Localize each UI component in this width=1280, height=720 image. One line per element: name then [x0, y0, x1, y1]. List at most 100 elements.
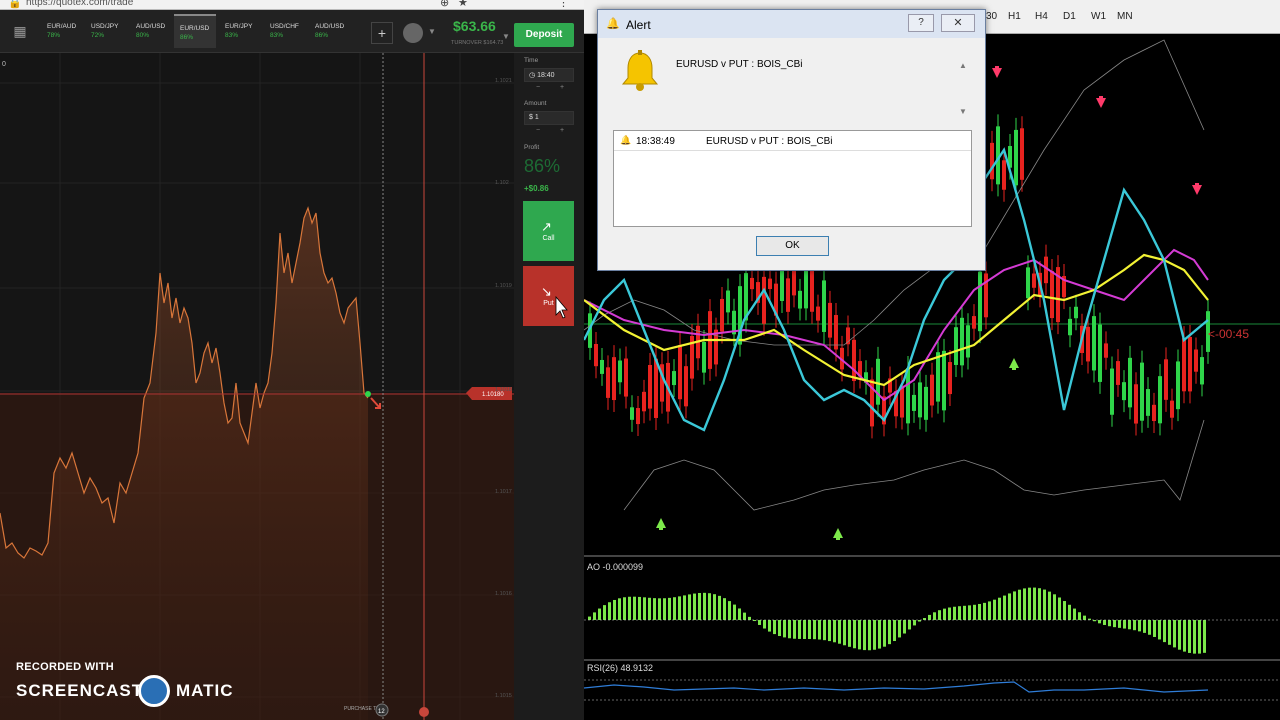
- ao-bar: [648, 597, 651, 620]
- asset-tab[interactable]: EUR/JPY 83%: [219, 14, 261, 48]
- candle-body: [966, 325, 970, 358]
- asset-tab-active[interactable]: EUR/USD 86%: [174, 14, 216, 48]
- star-icon[interactable]: ★: [458, 0, 468, 9]
- ao-bar: [1103, 620, 1106, 625]
- add-asset-button[interactable]: +: [371, 22, 393, 44]
- bell-icon: 🔔: [606, 18, 620, 30]
- candle-body: [1170, 400, 1174, 418]
- alert-dialog: 🔔 Alert ? ✕ EURUSD v PUT : BOIS_CBi ▲ ▼ …: [597, 9, 986, 271]
- asset-tab[interactable]: USD/CHF 83%: [264, 14, 306, 48]
- balance-value[interactable]: $63.66: [453, 18, 496, 34]
- ao-bar: [723, 598, 726, 620]
- ao-bar: [1168, 620, 1171, 645]
- amount-stepper[interactable]: − +: [524, 127, 574, 138]
- candle-body: [1074, 306, 1078, 319]
- ao-bar: [818, 620, 821, 640]
- ao-bar: [1118, 620, 1121, 628]
- candle-body: [960, 317, 964, 366]
- ok-button[interactable]: OK: [756, 236, 829, 256]
- candle-body: [906, 368, 910, 424]
- candle-body: [624, 358, 628, 397]
- grid-menu-icon[interactable]: ▦: [8, 23, 32, 43]
- dialog-titlebar[interactable]: 🔔 Alert ? ✕: [598, 10, 985, 38]
- candle-body: [936, 352, 940, 402]
- ao-bar: [978, 603, 981, 620]
- candle-body: [816, 306, 820, 321]
- help-button[interactable]: ?: [908, 14, 934, 32]
- candle-body: [702, 341, 706, 373]
- ao-bar: [833, 620, 836, 643]
- candle-body: [918, 382, 922, 418]
- candle-body: [1146, 389, 1150, 416]
- candle-body: [1014, 129, 1018, 186]
- close-button[interactable]: ✕: [941, 14, 975, 32]
- ao-bar: [683, 595, 686, 620]
- ao-bar: [1058, 597, 1061, 620]
- alert-log-list[interactable]: 🔔 18:38:49 EURUSD v PUT : BOIS_CBi: [613, 130, 972, 227]
- ao-bar: [1048, 591, 1051, 620]
- candle-body: [630, 407, 634, 420]
- ao-bar: [1183, 620, 1186, 652]
- axis-tick: 1.1016: [495, 591, 512, 597]
- ao-bar: [693, 593, 696, 620]
- ao-bar: [828, 620, 831, 642]
- ao-bar: [943, 608, 946, 620]
- ao-bar: [913, 620, 916, 626]
- ao-bar: [603, 605, 606, 620]
- ao-bar: [893, 620, 896, 642]
- clock-icon: ◷: [529, 72, 538, 79]
- ao-bar: [848, 620, 851, 647]
- axis-tick: 1.1017: [495, 489, 512, 495]
- deposit-button[interactable]: Deposit: [514, 23, 574, 47]
- candle-body: [1116, 361, 1120, 385]
- menu-icon[interactable]: ⋮: [558, 0, 569, 9]
- asset-tab[interactable]: AUD/USD 80%: [130, 14, 172, 48]
- bell-icon: 🔔: [620, 135, 632, 145]
- candle-body: [1164, 359, 1168, 400]
- zoom-icon[interactable]: ⊕: [440, 0, 449, 9]
- list-item[interactable]: 🔔 18:38:49 EURUSD v PUT : BOIS_CBi: [614, 131, 971, 151]
- ao-bar: [1038, 588, 1041, 620]
- put-button[interactable]: ↘ Put: [523, 266, 574, 326]
- ao-histogram: [588, 587, 1206, 654]
- candle-body: [678, 345, 682, 400]
- ao-bar: [983, 602, 986, 620]
- candle-body: [1032, 273, 1036, 288]
- candle-body: [876, 358, 880, 405]
- ao-bar: [1053, 594, 1056, 620]
- ao-bar: [633, 596, 636, 620]
- price-chart[interactable]: 1.10180 1.1021 1.102 1.1019 1.1018 1.101…: [0, 53, 514, 720]
- candle-body: [726, 290, 730, 313]
- bollinger-lower: [623, 419, 1205, 511]
- ao-bar: [948, 607, 951, 620]
- watermark-text: MATIC: [176, 681, 234, 700]
- time-field[interactable]: ◷ 18:40: [524, 68, 574, 82]
- call-button[interactable]: ↗ Call: [523, 201, 574, 261]
- candle-body: [1086, 326, 1090, 362]
- ao-bar: [1083, 615, 1086, 620]
- avatar[interactable]: [403, 23, 423, 43]
- ao-bar: [703, 592, 706, 620]
- chevron-down-icon[interactable]: ▼: [959, 107, 967, 116]
- candle-body: [768, 278, 772, 289]
- candle-body: [1020, 128, 1024, 180]
- chevron-down-icon[interactable]: ▼: [428, 27, 436, 36]
- asset-tab[interactable]: AUD/USD 86%: [309, 14, 351, 48]
- time-stepper[interactable]: − +: [524, 84, 574, 95]
- asset-tab[interactable]: EUR/AUD 78%: [41, 14, 83, 48]
- candle-body: [1050, 270, 1054, 319]
- amount-field[interactable]: $ 1: [524, 111, 574, 125]
- axis-tick: 1.1021: [495, 78, 512, 84]
- ao-bar: [588, 616, 591, 620]
- candle-body: [786, 278, 790, 312]
- turnover-text: TURNOVER $164.73: [451, 40, 504, 46]
- candle-body: [600, 359, 604, 374]
- ao-bar: [888, 620, 891, 645]
- ao-bar: [993, 599, 996, 620]
- browser-address-bar[interactable]: https://quotex.com/trade 🔒 ⊕ ★ ⋮: [0, 0, 584, 10]
- ao-bar: [973, 604, 976, 620]
- asset-tab[interactable]: USD/JPY 72%: [85, 14, 127, 48]
- chevron-up-icon[interactable]: ▲: [959, 61, 967, 70]
- candle-body: [1128, 357, 1132, 408]
- browser-url[interactable]: https://quotex.com/trade: [26, 0, 133, 8]
